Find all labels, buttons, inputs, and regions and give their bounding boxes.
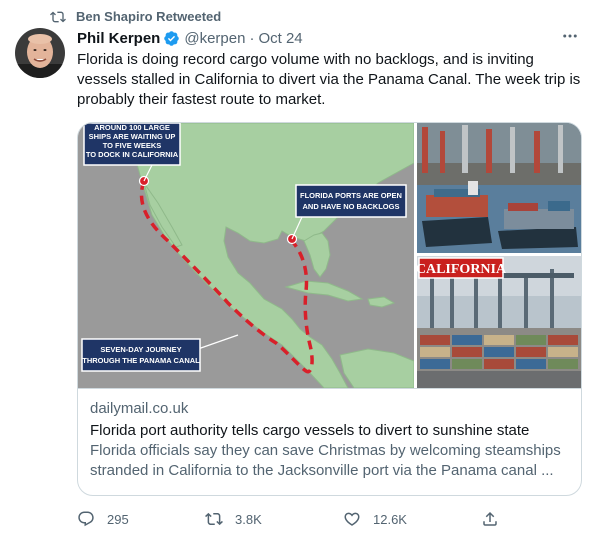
card-description: Florida officials say they can save Chri… [90, 442, 561, 479]
california-label-line1: AROUND 100 LARGE [94, 123, 170, 132]
retweet-context[interactable]: Ben Shapiro Retweeted [0, 6, 598, 28]
california-label-line3: TO FIVE WEEKS [103, 141, 162, 150]
author-handle[interactable]: @kerpen [184, 30, 245, 47]
retweet-icon [205, 512, 223, 526]
retweet-icon [50, 11, 66, 23]
link-card[interactable]: AROUND 100 LARGE SHIPS ARE WAITING UP TO… [77, 122, 582, 496]
tweet-text: Florida is doing record cargo volume wit… [77, 51, 581, 108]
journey-label-line1: SEVEN-DAY JOURNEY [100, 345, 181, 354]
header-separator: · [249, 29, 255, 47]
tweet-date[interactable]: Oct 24 [258, 30, 302, 47]
share-icon [483, 511, 497, 526]
avatar[interactable] [15, 28, 65, 78]
california-label-line2: SHIPS ARE WAITING UP [89, 132, 176, 141]
card-image-graphic: AROUND 100 LARGE SHIPS ARE WAITING UP TO… [78, 123, 581, 388]
card-text-area[interactable]: dailymail.co.uk Florida port authority t… [78, 388, 581, 495]
photo-california-port: CALIFORNIA [416, 256, 581, 388]
avatar-image [15, 28, 65, 78]
tweet-header: Phil Kerpen @kerpen · Oct 24 [77, 28, 582, 48]
florida-label-line1: FLORIDA PORTS ARE OPEN [300, 191, 402, 200]
more-horizontal-icon [563, 34, 577, 38]
author-name[interactable]: Phil Kerpen [77, 30, 160, 47]
retweet-button[interactable]: 3.8K [205, 508, 262, 530]
journey-label-box [81, 338, 201, 372]
card-title: Florida port authority tells cargo vesse… [90, 422, 530, 439]
reply-icon [78, 511, 94, 527]
retweet-count: 3.8K [235, 511, 262, 527]
tweet-actions: 295 3.8K 12.6K [77, 508, 507, 530]
reply-button[interactable]: 295 [77, 508, 129, 530]
florida-label-box [295, 184, 407, 218]
share-button[interactable] [481, 508, 511, 530]
card-image: AROUND 100 LARGE SHIPS ARE WAITING UP TO… [78, 123, 581, 388]
image-divider [414, 123, 417, 388]
retweet-label: Ben Shapiro Retweeted [76, 9, 222, 24]
like-count: 12.6K [373, 511, 407, 527]
like-button[interactable]: 12.6K [343, 508, 407, 530]
heart-icon [344, 512, 360, 526]
photo-ships-in-port [417, 123, 581, 253]
reply-count: 295 [107, 511, 129, 527]
more-options-button[interactable] [558, 27, 582, 47]
california-banner-text: CALIFORNIA [416, 262, 507, 277]
florida-label-line2: AND HAVE NO BACKLOGS [303, 202, 400, 211]
verified-badge-icon [164, 30, 180, 46]
photo-divider [417, 253, 581, 256]
journey-label-line2: THROUGH THE PANAMA CANAL [82, 356, 200, 365]
card-domain: dailymail.co.uk [90, 400, 189, 417]
california-label-line4: TO DOCK IN CALIFORNIA [86, 150, 179, 159]
